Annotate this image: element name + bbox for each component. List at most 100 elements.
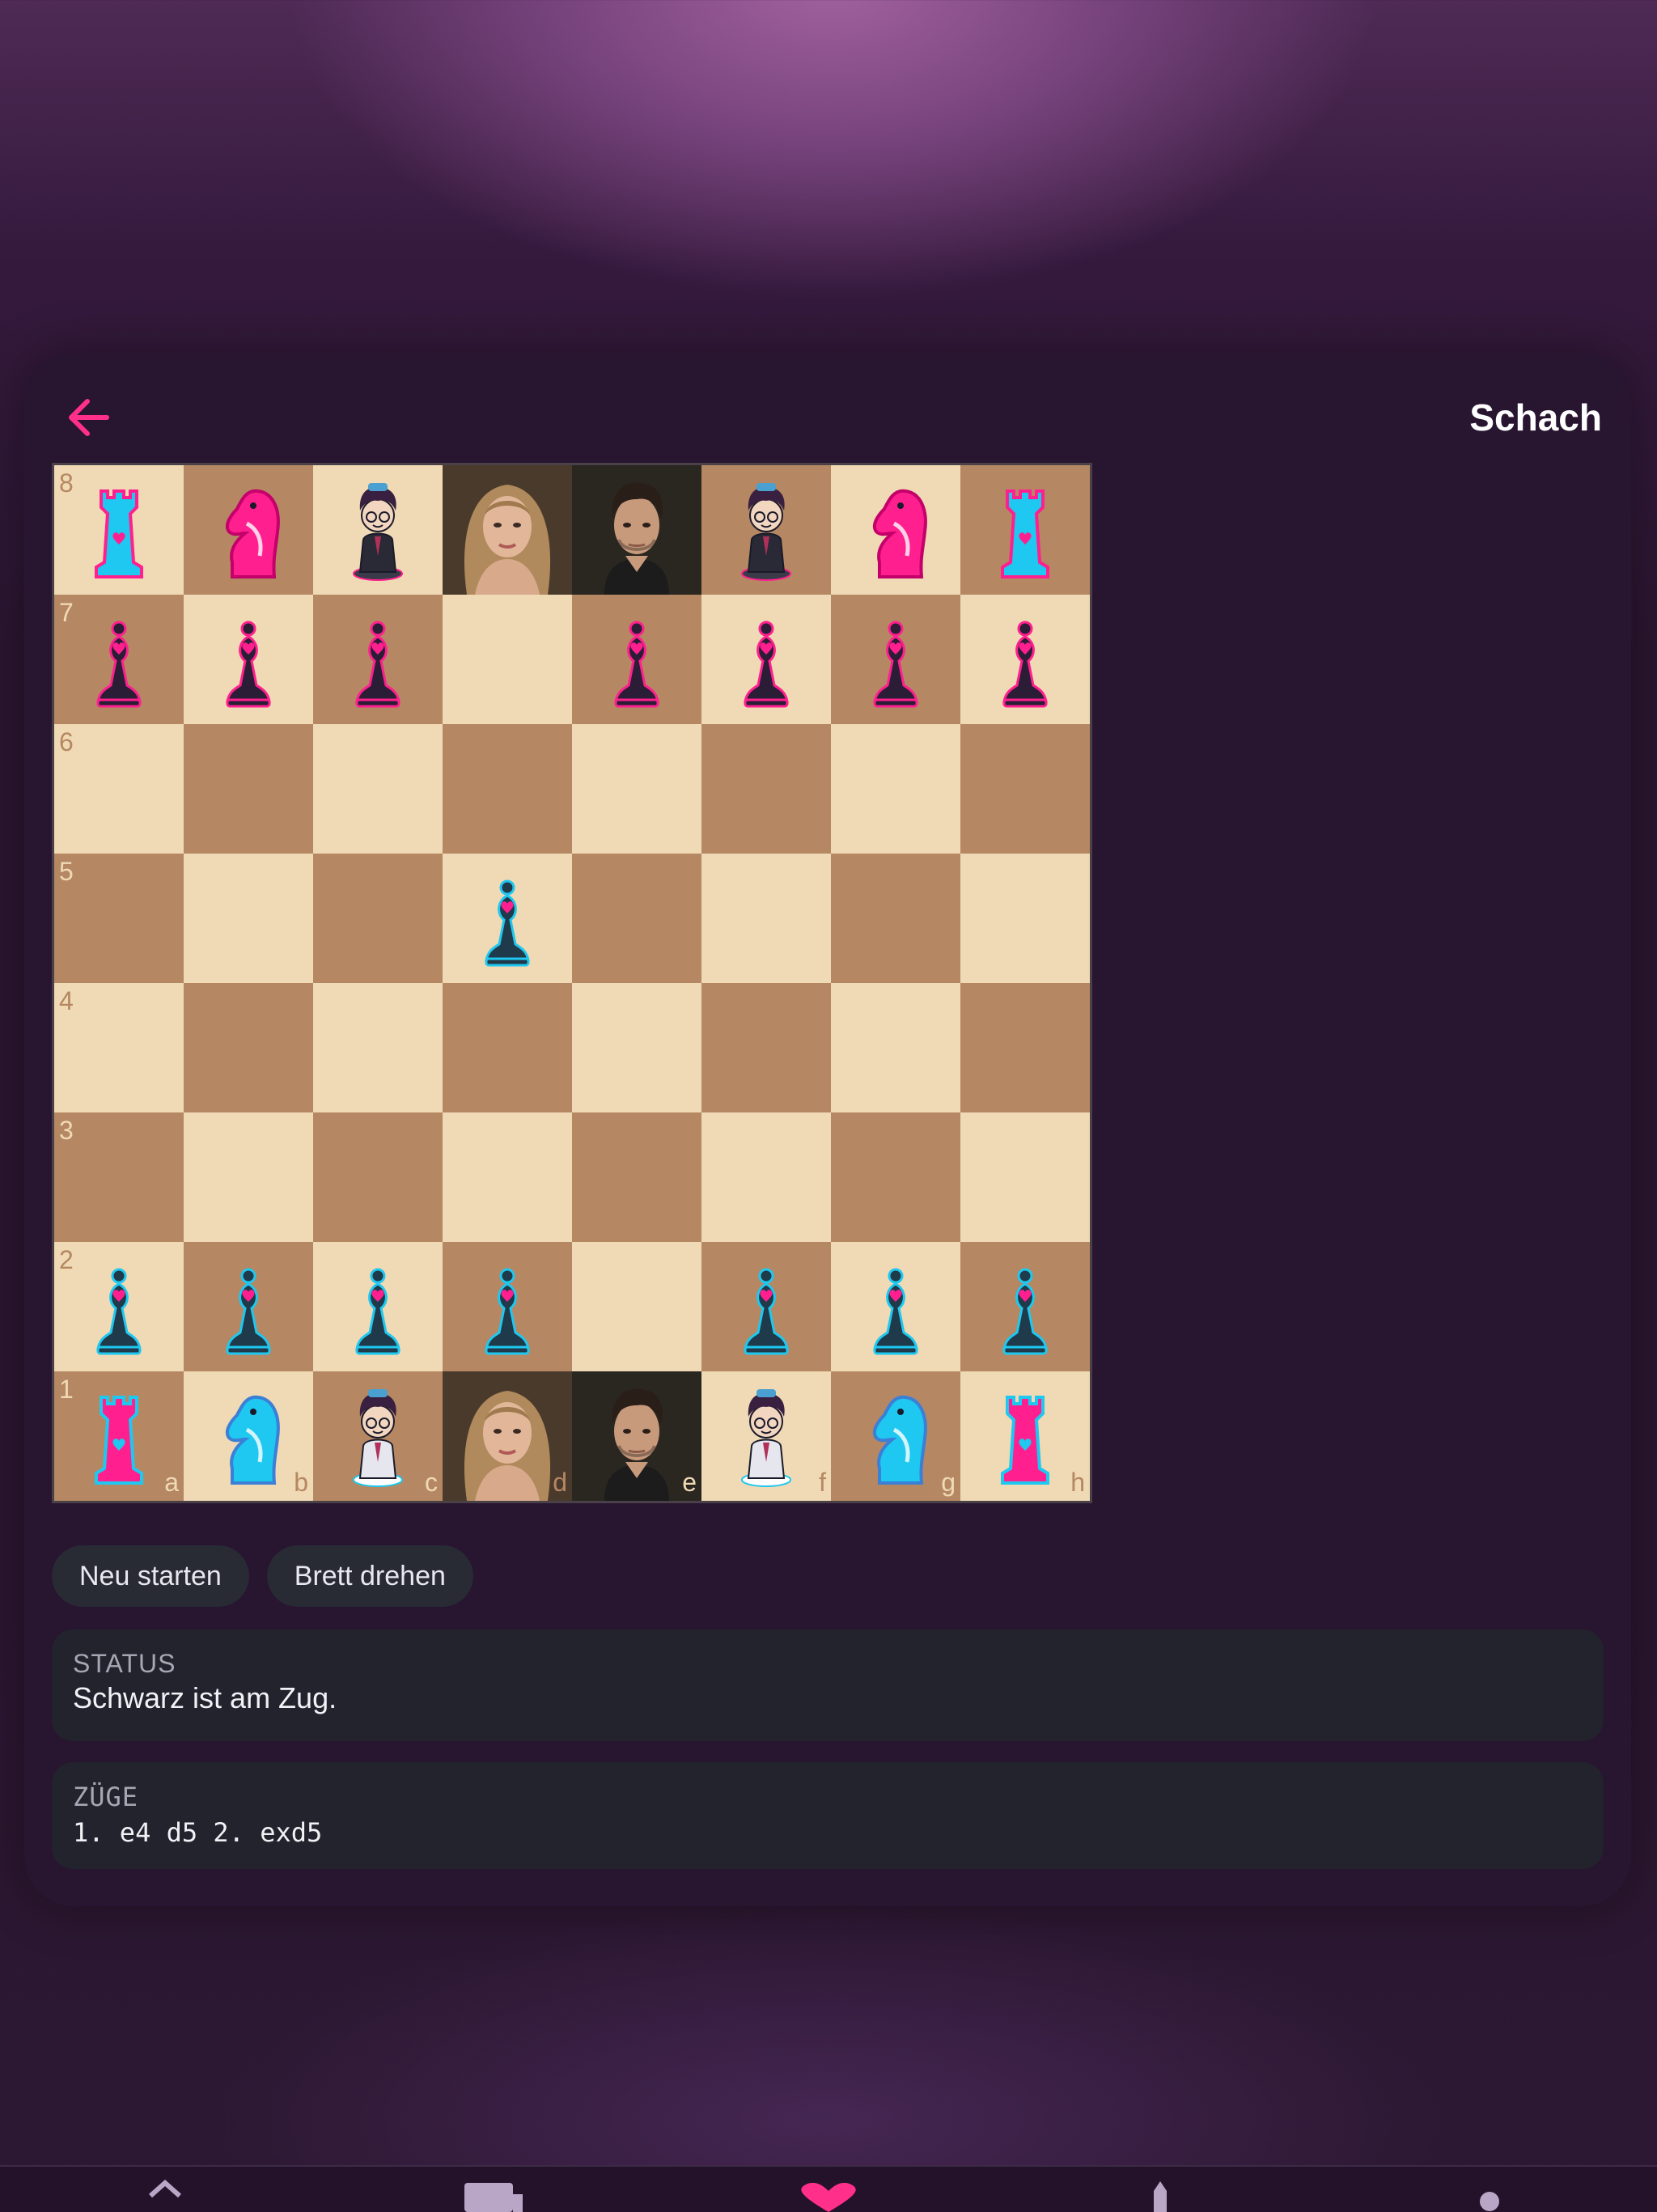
square-f7[interactable] xyxy=(701,595,831,724)
black-bishop-piece[interactable] xyxy=(329,475,426,585)
square-g6[interactable] xyxy=(831,724,960,854)
square-g4[interactable] xyxy=(831,983,960,1112)
white-pawn-piece[interactable] xyxy=(459,1252,556,1362)
square-e3[interactable] xyxy=(572,1112,701,1242)
black-pawn-piece[interactable] xyxy=(588,604,685,714)
black-rook-piece[interactable] xyxy=(977,475,1074,585)
square-b1[interactable]: b xyxy=(184,1371,313,1501)
black-queen-piece[interactable] xyxy=(443,465,572,595)
square-f8[interactable] xyxy=(701,465,831,595)
square-b8[interactable] xyxy=(184,465,313,595)
square-f3[interactable] xyxy=(701,1112,831,1242)
square-d1[interactable]: d xyxy=(443,1371,572,1501)
square-c2[interactable] xyxy=(313,1242,443,1371)
square-a3[interactable]: 3 xyxy=(54,1112,184,1242)
white-pawn-piece[interactable] xyxy=(200,1252,297,1362)
square-a8[interactable]: 8 xyxy=(54,465,184,595)
black-pawn-piece[interactable] xyxy=(977,604,1074,714)
white-pawn-piece[interactable] xyxy=(847,1252,944,1362)
square-e8[interactable] xyxy=(572,465,701,595)
square-d5[interactable] xyxy=(443,854,572,983)
white-rook-piece[interactable] xyxy=(70,1381,167,1491)
square-f5[interactable] xyxy=(701,854,831,983)
folder-icon[interactable] xyxy=(464,2183,529,2212)
black-knight-piece[interactable] xyxy=(200,475,297,585)
square-a2[interactable]: 2 xyxy=(54,1242,184,1371)
square-c1[interactable]: c xyxy=(313,1371,443,1501)
black-pawn-piece[interactable] xyxy=(847,604,944,714)
home-icon[interactable] xyxy=(147,2178,183,2212)
square-a6[interactable]: 6 xyxy=(54,724,184,854)
square-f6[interactable] xyxy=(701,724,831,854)
square-h2[interactable] xyxy=(960,1242,1090,1371)
white-pawn-piece[interactable] xyxy=(718,1252,815,1362)
square-e7[interactable] xyxy=(572,595,701,724)
square-f4[interactable] xyxy=(701,983,831,1112)
restart-button[interactable]: Neu starten xyxy=(52,1545,249,1607)
square-b2[interactable] xyxy=(184,1242,313,1371)
square-d7[interactable] xyxy=(443,595,572,724)
white-knight-piece[interactable] xyxy=(200,1381,297,1491)
back-button[interactable] xyxy=(57,385,121,450)
flip-board-button[interactable]: Brett drehen xyxy=(266,1545,473,1607)
square-h8[interactable] xyxy=(960,465,1090,595)
square-c6[interactable] xyxy=(313,724,443,854)
square-g5[interactable] xyxy=(831,854,960,983)
white-bishop-piece[interactable] xyxy=(329,1381,426,1491)
white-pawn-piece[interactable] xyxy=(70,1252,167,1362)
white-pawn-piece[interactable] xyxy=(977,1252,1074,1362)
square-b3[interactable] xyxy=(184,1112,313,1242)
square-g2[interactable] xyxy=(831,1242,960,1371)
square-e6[interactable] xyxy=(572,724,701,854)
square-b6[interactable] xyxy=(184,724,313,854)
square-c3[interactable] xyxy=(313,1112,443,1242)
square-a5[interactable]: 5 xyxy=(54,854,184,983)
square-d8[interactable] xyxy=(443,465,572,595)
square-e1[interactable]: e xyxy=(572,1371,701,1501)
square-g7[interactable] xyxy=(831,595,960,724)
square-e2[interactable] xyxy=(572,1242,701,1371)
square-d2[interactable] xyxy=(443,1242,572,1371)
square-e4[interactable] xyxy=(572,983,701,1112)
square-g1[interactable]: g xyxy=(831,1371,960,1501)
black-bishop-piece[interactable] xyxy=(718,475,815,585)
square-c8[interactable] xyxy=(313,465,443,595)
white-pawn-piece[interactable] xyxy=(329,1252,426,1362)
white-bishop-piece[interactable] xyxy=(718,1381,815,1491)
square-h6[interactable] xyxy=(960,724,1090,854)
square-c4[interactable] xyxy=(313,983,443,1112)
square-h1[interactable]: h xyxy=(960,1371,1090,1501)
profile-icon[interactable] xyxy=(1477,2189,1502,2212)
square-h7[interactable] xyxy=(960,595,1090,724)
white-pawn-piece[interactable] xyxy=(459,863,556,973)
square-c7[interactable] xyxy=(313,595,443,724)
black-king-piece[interactable] xyxy=(572,465,701,595)
square-d4[interactable] xyxy=(443,983,572,1112)
black-pawn-piece[interactable] xyxy=(200,604,297,714)
black-pawn-piece[interactable] xyxy=(70,604,167,714)
square-e5[interactable] xyxy=(572,854,701,983)
square-d6[interactable] xyxy=(443,724,572,854)
black-pawn-piece[interactable] xyxy=(718,604,815,714)
square-h5[interactable] xyxy=(960,854,1090,983)
white-rook-piece[interactable] xyxy=(977,1381,1074,1491)
square-f2[interactable] xyxy=(701,1242,831,1371)
white-knight-piece[interactable] xyxy=(847,1381,944,1491)
square-c5[interactable] xyxy=(313,854,443,983)
square-h3[interactable] xyxy=(960,1112,1090,1242)
square-a7[interactable]: 7 xyxy=(54,595,184,724)
heart-icon[interactable] xyxy=(793,2183,864,2212)
square-b7[interactable] xyxy=(184,595,313,724)
square-b4[interactable] xyxy=(184,983,313,1112)
square-b5[interactable] xyxy=(184,854,313,983)
square-h4[interactable] xyxy=(960,983,1090,1112)
square-f1[interactable]: f xyxy=(701,1371,831,1501)
square-g8[interactable] xyxy=(831,465,960,595)
black-pawn-piece[interactable] xyxy=(329,604,426,714)
square-a4[interactable]: 4 xyxy=(54,983,184,1112)
rocket-icon[interactable] xyxy=(1142,2180,1178,2212)
square-g3[interactable] xyxy=(831,1112,960,1242)
square-a1[interactable]: 1a xyxy=(54,1371,184,1501)
black-knight-piece[interactable] xyxy=(847,475,944,585)
square-d3[interactable] xyxy=(443,1112,572,1242)
